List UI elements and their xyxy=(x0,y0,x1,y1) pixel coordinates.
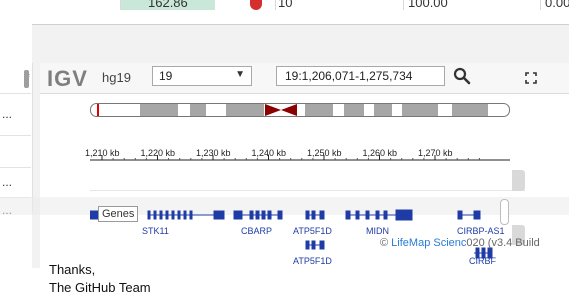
email-footer: Thanks, The GitHub Team xyxy=(0,262,569,295)
gene-feature-atp5f1d xyxy=(305,210,325,220)
table-cell xyxy=(215,0,276,10)
gene-feature-atp5f1d-isoform xyxy=(305,240,325,250)
table-cell xyxy=(303,0,404,10)
search-icon[interactable] xyxy=(453,67,471,85)
background-table-strip: 162.86 10 100.00 0.00 xyxy=(0,0,569,24)
ideogram-band xyxy=(402,104,438,116)
ruler-tick-label: 1,270 kb xyxy=(418,148,453,158)
locus-search-input[interactable]: 19:1,206,071-1,275,734 xyxy=(276,66,445,86)
track-name-label[interactable]: Genes xyxy=(98,206,139,222)
gene-feature-cirbp-as1 xyxy=(457,210,481,220)
gene-label-midn[interactable]: MIDN xyxy=(366,226,389,236)
ruler-tick-label: 1,220 kb xyxy=(140,148,176,158)
ideogram-band xyxy=(226,104,264,116)
highlighted-cell: 162.86 xyxy=(120,0,215,10)
row-ellipsis[interactable]: ... xyxy=(2,175,12,189)
ruler-tick-label: 1,240 kb xyxy=(251,148,287,158)
ruler-tick-label: 1,230 kb xyxy=(196,148,231,158)
genome-label: hg19 xyxy=(102,70,131,85)
gene-label-cirbp-as1[interactable]: CIRBP-AS1 xyxy=(457,226,505,236)
chromosome-value: 19 xyxy=(159,69,173,83)
table-row-divider xyxy=(0,167,31,168)
ideogram-band xyxy=(140,104,178,116)
gene-feature-midn xyxy=(345,209,413,221)
gene-label-stk11[interactable]: STK11 xyxy=(142,226,169,236)
current-region-marker xyxy=(97,104,99,116)
cell-value: 162.86 xyxy=(148,0,188,10)
table-row-divider xyxy=(0,135,31,136)
ideogram-band xyxy=(374,104,392,116)
vertical-scrollbar-thumb[interactable] xyxy=(24,70,29,88)
footer-thanks: Thanks, xyxy=(49,262,96,277)
track-scrollbar[interactable] xyxy=(512,170,525,191)
credit-suffix: 020 (v3.4 Build xyxy=(466,237,540,249)
credit-text: © LifeMap Scienc020 (v3.4 Build xyxy=(380,237,540,249)
ruler-tick-label: 1,210 kb xyxy=(85,148,120,158)
cell-value: 10 xyxy=(278,0,293,10)
gene-label-cbarp[interactable]: CBARP xyxy=(241,226,272,236)
gene-label-atp5f1d[interactable]: ATP5F1D xyxy=(293,226,332,236)
ideogram-band xyxy=(305,104,333,116)
table-row-divider xyxy=(0,93,31,94)
cell-value: 100.00 xyxy=(408,0,448,10)
ideogram-band xyxy=(344,104,364,116)
cell-value: 0.00 xyxy=(545,0,569,10)
chromosome-select[interactable]: 19 ▼ xyxy=(152,66,252,86)
gene-label-cirbf[interactable]: CIRBF xyxy=(469,256,496,266)
dropdown-arrow-icon: ▼ xyxy=(235,69,245,80)
table-cell xyxy=(450,0,541,10)
ideogram-band xyxy=(190,104,206,116)
ideogram-band xyxy=(452,104,488,116)
credit-link[interactable]: LifeMap Scienc xyxy=(391,237,466,249)
copyright-symbol: © xyxy=(380,237,389,249)
gene-feature-cbarp xyxy=(233,210,283,220)
fullscreen-icon[interactable] xyxy=(525,72,537,84)
igv-logo: IGV xyxy=(47,66,88,91)
row-ellipsis[interactable]: ... xyxy=(2,107,12,121)
chromosome-ideogram[interactable] xyxy=(90,103,510,117)
gene-label-atp5f1d-isoform[interactable]: ATP5F1D xyxy=(293,256,332,266)
table-cell xyxy=(0,0,121,10)
footer-team: The GitHub Team xyxy=(49,280,151,295)
ruler-tick-label: 1,260 kb xyxy=(362,148,398,158)
track-separator xyxy=(90,190,525,191)
ruler-tick-label: 1,250 kb xyxy=(307,148,342,158)
